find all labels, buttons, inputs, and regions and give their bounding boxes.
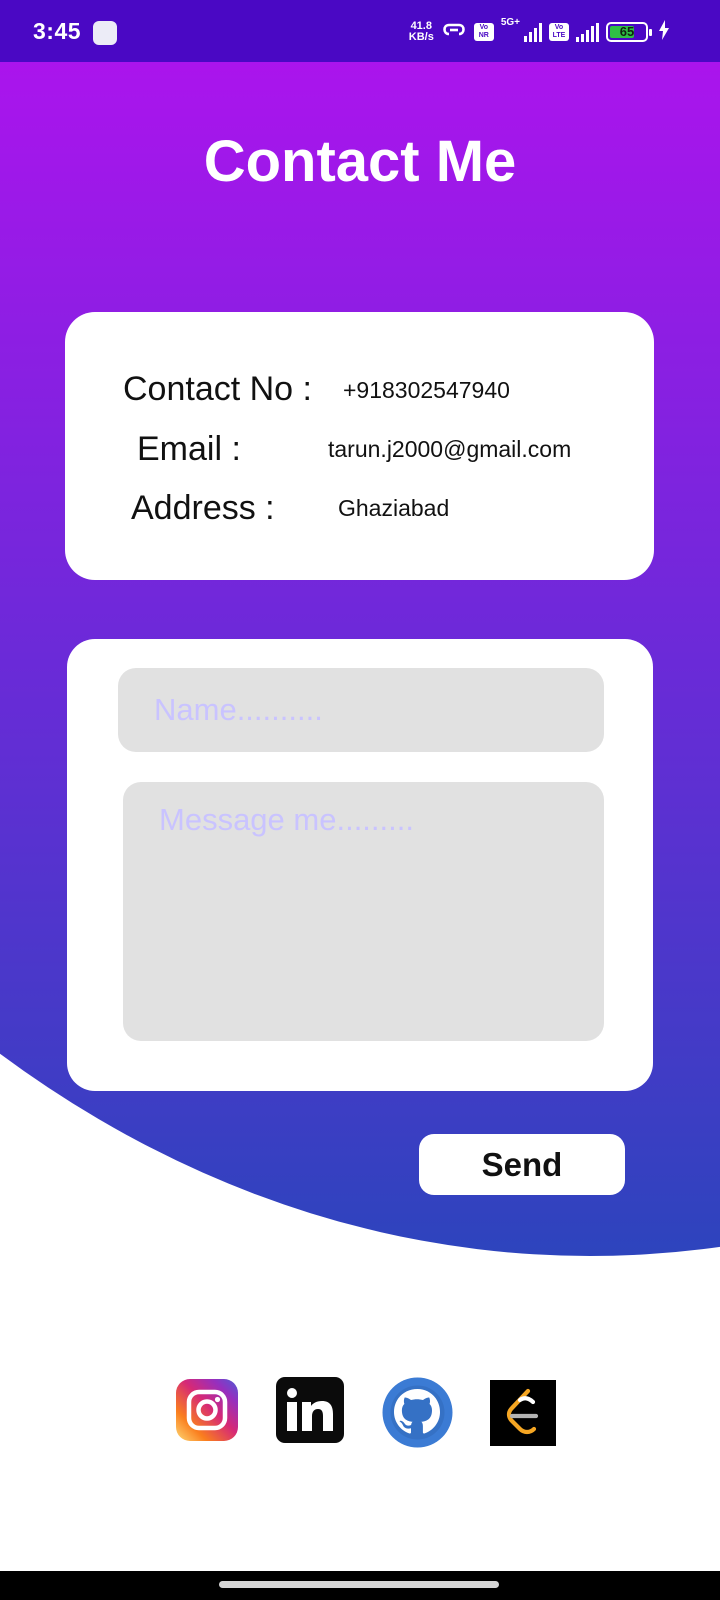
battery-percent: 65: [619, 24, 635, 39]
volte-lte-badge: Vo LTE: [549, 23, 569, 41]
signal-strength-icon-sim2: [576, 22, 599, 42]
address-label: Address :: [131, 489, 275, 527]
status-time: 3:45: [33, 18, 82, 44]
charging-icon: [658, 19, 670, 45]
network-type-label: 5G+: [500, 17, 520, 28]
home-indicator[interactable]: [219, 1581, 499, 1588]
message-form-card: [67, 639, 653, 1091]
name-input[interactable]: [118, 668, 604, 752]
message-input[interactable]: [123, 782, 604, 1041]
hotspot-icon: [441, 20, 467, 45]
leetcode-icon[interactable]: [490, 1380, 556, 1446]
navigation-bar: [0, 1571, 720, 1600]
notification-app-icon: [93, 21, 117, 45]
github-icon[interactable]: [382, 1377, 453, 1448]
battery-icon: 65: [606, 22, 652, 42]
instagram-icon[interactable]: [176, 1379, 238, 1441]
volte-nr-badge: Vo NR: [473, 23, 494, 41]
network-speed: 41.8 KB/s: [409, 21, 434, 43]
linkedin-icon[interactable]: [276, 1377, 344, 1443]
network-speed-unit: KB/s: [408, 31, 434, 43]
page-title: Contact Me: [203, 129, 517, 194]
signal-strength-icon: [524, 22, 542, 42]
email-label: Email :: [137, 430, 241, 468]
email-value: tarun.j2000@gmail.com: [328, 436, 572, 462]
address-value: Ghaziabad: [338, 495, 450, 521]
contact-number-value: +918302547940: [343, 377, 510, 403]
contact-screen: 3:45 41.8 KB/s Vo NR 5G+ Vo LTE 65 Conta…: [0, 0, 720, 1600]
status-indicators: 41.8 KB/s Vo NR 5G+ Vo LTE 65: [409, 18, 670, 46]
contact-info-card: Contact No : +918302547940 Email : tarun…: [65, 312, 654, 580]
send-button[interactable]: Send: [419, 1134, 625, 1195]
status-bar: 3:45 41.8 KB/s Vo NR 5G+ Vo LTE 65: [0, 0, 720, 62]
contact-number-label: Contact No :: [123, 370, 312, 408]
